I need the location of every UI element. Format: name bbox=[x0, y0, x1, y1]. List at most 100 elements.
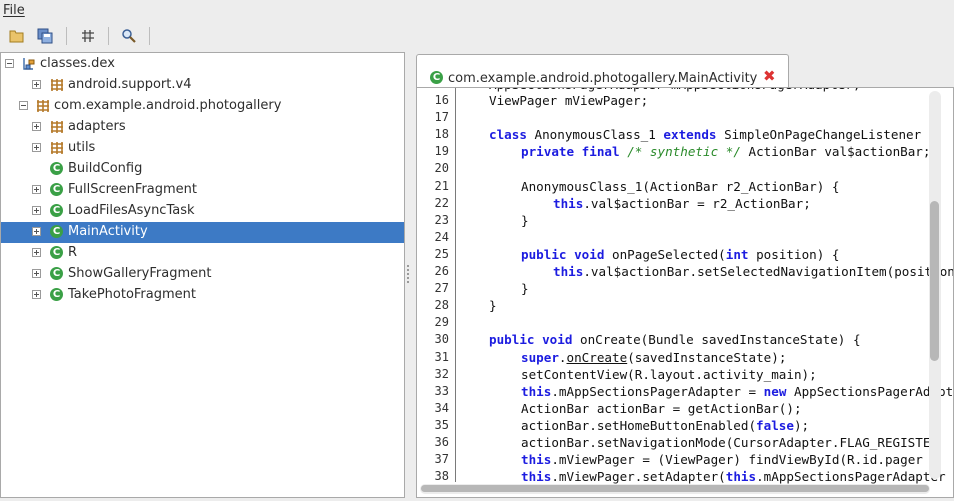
horizontal-scroll-thumb[interactable] bbox=[421, 485, 929, 492]
tree-root[interactable]: classes.dex bbox=[1, 54, 404, 75]
line-number: 29 bbox=[434, 315, 449, 330]
package-icon bbox=[35, 98, 51, 114]
line-number: 36 bbox=[434, 435, 449, 449]
horizontal-scrollbar[interactable] bbox=[420, 484, 930, 494]
tree-item-r[interactable]: R bbox=[1, 243, 404, 264]
class-icon bbox=[49, 161, 65, 177]
search-icon bbox=[122, 29, 136, 43]
package-icon bbox=[49, 77, 65, 93]
expand-toggle[interactable] bbox=[32, 248, 41, 257]
code-line: super.onCreate(savedInstanceState); bbox=[521, 349, 787, 365]
line-number: 17 bbox=[434, 110, 449, 125]
tab-mainactivity[interactable]: com.example.android.photogallery.MainAct… bbox=[416, 54, 789, 88]
line-number: 33 bbox=[434, 383, 449, 398]
code-line: private final /* synthetic */ ActionBar … bbox=[521, 144, 931, 160]
line-number: 35 bbox=[434, 417, 449, 432]
save-all-icon bbox=[37, 28, 53, 44]
save-all-button[interactable] bbox=[34, 25, 56, 47]
expand-toggle[interactable] bbox=[32, 143, 41, 152]
line-number: 25 bbox=[434, 246, 449, 261]
code-line: } bbox=[521, 212, 529, 228]
line-number: 30 bbox=[434, 332, 449, 347]
split-pane-handle[interactable] bbox=[406, 264, 410, 288]
class-icon bbox=[49, 203, 65, 219]
tree-item-loadfilesasynctask[interactable]: LoadFilesAsyncTask bbox=[1, 201, 404, 222]
line-number: 37 bbox=[434, 452, 449, 467]
line-number: 34 bbox=[434, 400, 449, 415]
collapse-toggle[interactable] bbox=[5, 59, 14, 68]
line-number: 26 bbox=[434, 264, 449, 278]
toolbar bbox=[0, 23, 954, 49]
code-view[interactable]: AppSectionsPagerAdapter mAppSectionsPage… bbox=[416, 87, 954, 498]
search-button[interactable] bbox=[118, 25, 140, 47]
editor: com.example.android.photogallery.MainAct… bbox=[416, 53, 954, 499]
code-line: this.mViewPager = (ViewPager) findViewBy… bbox=[521, 452, 923, 468]
tree-item-utils[interactable]: utils bbox=[1, 138, 404, 159]
code-line: this.val$actionBar.setSelectedNavigation… bbox=[553, 264, 954, 279]
class-tree[interactable]: classes.dex android.support.v4 com.examp… bbox=[0, 52, 405, 498]
line-number: 21 bbox=[434, 178, 449, 193]
line-number: 27 bbox=[434, 281, 449, 296]
menu-file[interactable]: File bbox=[3, 3, 25, 18]
code-line: AppSectionsPagerAdapter mAppSectionsPage… bbox=[489, 88, 861, 92]
line-number: 38 bbox=[434, 469, 449, 484]
tree-item-adapters[interactable]: adapters bbox=[1, 117, 404, 138]
open-folder-icon bbox=[9, 30, 24, 43]
close-tab-icon[interactable]: ✖ bbox=[763, 69, 776, 84]
code-line: ActionBar actionBar = getActionBar(); bbox=[521, 400, 802, 416]
dex-file-icon bbox=[21, 56, 37, 72]
line-number: 22 bbox=[434, 195, 449, 210]
expand-toggle[interactable] bbox=[32, 290, 41, 299]
menu-bar: File bbox=[0, 0, 954, 22]
tree-item-showgalleryfragment[interactable]: ShowGalleryFragment bbox=[1, 264, 404, 285]
code-line: } bbox=[489, 298, 497, 314]
expand-toggle[interactable] bbox=[32, 227, 41, 236]
tree-item-takephotofragment[interactable]: TakePhotoFragment bbox=[1, 285, 404, 306]
code-line: ViewPager mViewPager; bbox=[489, 93, 649, 108]
collapse-toggle[interactable] bbox=[19, 101, 28, 110]
code-line: } bbox=[521, 281, 529, 297]
tree-item-android-support-v4[interactable]: android.support.v4 bbox=[1, 75, 404, 96]
line-number: 19 bbox=[434, 144, 449, 159]
code-line: class AnonymousClass_1 extends SimpleOnP… bbox=[489, 127, 937, 143]
tab-title: com.example.android.photogallery.MainAct… bbox=[448, 71, 758, 86]
sync-tree-icon bbox=[82, 30, 94, 42]
code-line: public void onPageSelected(int position)… bbox=[521, 246, 840, 262]
vertical-scroll-thumb[interactable] bbox=[930, 201, 939, 361]
vertical-scrollbar[interactable] bbox=[929, 91, 941, 479]
sync-tree-button[interactable] bbox=[77, 25, 99, 47]
code-line: this.val$actionBar = r2_ActionBar; bbox=[553, 195, 811, 211]
code-line: this.mViewPager.setAdapter(this.mAppSect… bbox=[521, 469, 946, 485]
code-line: actionBar.setNavigationMode(CursorAdapte… bbox=[521, 435, 939, 450]
expand-toggle[interactable] bbox=[32, 122, 41, 131]
code-line: AnonymousClass_1(ActionBar r2_ActionBar)… bbox=[521, 178, 840, 194]
expand-toggle[interactable] bbox=[32, 80, 41, 89]
expand-toggle[interactable] bbox=[32, 185, 41, 194]
expand-toggle[interactable] bbox=[32, 269, 41, 278]
line-number: 28 bbox=[434, 298, 449, 313]
line-number: 32 bbox=[434, 366, 449, 381]
tree-item-mainactivity[interactable]: MainActivity bbox=[1, 222, 404, 243]
line-number: 18 bbox=[434, 127, 449, 142]
code-line: public void onCreate(Bundle savedInstanc… bbox=[489, 332, 861, 348]
code-line: this.mAppSectionsPagerAdapter = new AppS… bbox=[521, 383, 954, 399]
tree-item-buildconfig[interactable]: BuildConfig bbox=[1, 159, 404, 180]
open-file-button[interactable] bbox=[6, 25, 28, 47]
code-line: actionBar.setHomeButtonEnabled(false); bbox=[521, 417, 810, 433]
package-icon bbox=[49, 119, 65, 135]
class-icon bbox=[49, 224, 65, 240]
package-icon bbox=[49, 140, 65, 156]
line-number: 16 bbox=[434, 93, 449, 107]
class-icon bbox=[49, 182, 65, 198]
line-number: 31 bbox=[434, 349, 449, 364]
line-number: 23 bbox=[434, 212, 449, 227]
class-icon bbox=[49, 287, 65, 303]
class-icon bbox=[429, 70, 443, 84]
code-line: setContentView(R.layout.activity_main); bbox=[521, 366, 817, 382]
class-icon bbox=[49, 245, 65, 261]
tree-item-fullscreenfragment[interactable]: FullScreenFragment bbox=[1, 180, 404, 201]
tree-item-photogallery[interactable]: com.example.android.photogallery bbox=[1, 96, 404, 117]
line-number: 20 bbox=[434, 161, 449, 176]
expand-toggle[interactable] bbox=[32, 206, 41, 215]
class-icon bbox=[49, 266, 65, 282]
